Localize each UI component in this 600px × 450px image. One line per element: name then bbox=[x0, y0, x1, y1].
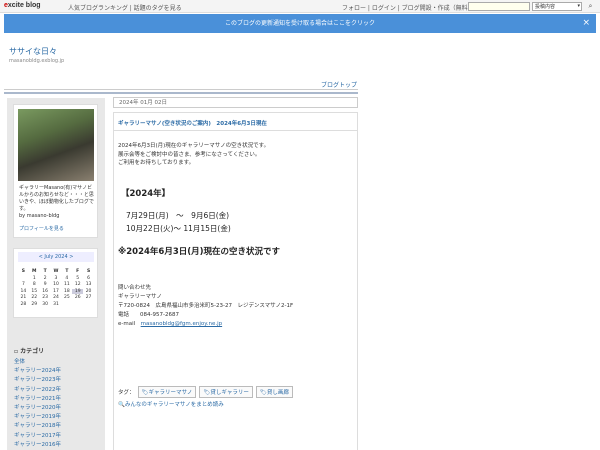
calendar-date[interactable]: 21 bbox=[18, 295, 29, 300]
calendar-date bbox=[72, 302, 83, 307]
calendar-date[interactable]: 6 bbox=[83, 276, 94, 281]
calendar-date[interactable]: 7 bbox=[18, 282, 29, 287]
blog-top-link[interactable]: ブログトップ bbox=[321, 80, 357, 89]
calendar-date[interactable]: 8 bbox=[29, 282, 40, 287]
tag-icon: 🏷 bbox=[259, 390, 267, 396]
tag-all-link[interactable]: 🔍みんなのギャラリーマサノをまとめ読み bbox=[118, 400, 224, 408]
calendar-day-header: W bbox=[53, 269, 59, 274]
top-links[interactable]: 人気ブログランキング | 話題のタグを見る bbox=[68, 3, 182, 12]
calendar-date[interactable]: 23 bbox=[40, 295, 51, 300]
calendar-day-header: S bbox=[86, 269, 91, 274]
calendar-date[interactable]: 27 bbox=[83, 295, 94, 300]
calendar-day-header: F bbox=[76, 269, 80, 274]
calendar-date[interactable]: 18 bbox=[61, 289, 72, 294]
calendar-date[interactable]: 16 bbox=[40, 289, 51, 294]
calendar-date[interactable]: 10 bbox=[51, 282, 62, 287]
category-item[interactable]: ギャラリー2019年 bbox=[14, 413, 61, 422]
tags-row: タグ： 🏷ギャラリーマサノ 🏷貸しギャラリー 🏷貸し画廊 bbox=[118, 386, 293, 398]
post-title[interactable]: ギャラリーマサノ(空き状況のご案内) 2024年6月3日現在 bbox=[118, 119, 267, 127]
calendar-date bbox=[83, 302, 94, 307]
divider bbox=[4, 92, 358, 94]
calendar-date[interactable]: 28 bbox=[18, 302, 29, 307]
post-date: 2024年 01月 02日 bbox=[113, 97, 358, 108]
calendar-date bbox=[18, 276, 29, 281]
calendar-day-header: T bbox=[65, 269, 69, 274]
divider bbox=[4, 89, 358, 90]
tag-button[interactable]: 🏷貸しギャラリー bbox=[199, 386, 253, 398]
calendar-date[interactable]: 29 bbox=[29, 302, 40, 307]
calendar-date[interactable]: 14 bbox=[18, 289, 29, 294]
calendar-day-header: T bbox=[43, 269, 47, 274]
search-icon[interactable]: ⌕ bbox=[585, 2, 596, 11]
category-item[interactable]: ギャラリー2020年 bbox=[14, 404, 61, 413]
category-title: ▫ カテゴリ bbox=[14, 348, 45, 355]
top-right-links[interactable]: フォロー | ログイン | ブログ開設・作成（無料） bbox=[342, 3, 474, 12]
chevron-down-icon: ▾ bbox=[577, 3, 580, 9]
follow-notification-banner[interactable]: このブログの更新通知を受け取る場合はここをクリック × bbox=[4, 14, 596, 33]
calendar: < July 2024 > S M T W T F S 1 2 3 4 5 6 7 8 9 10 11 12 13 14… bbox=[13, 248, 98, 318]
email-link[interactable]: masanobldg@fgm.enjoy.ne.jp bbox=[141, 321, 222, 327]
category-item[interactable]: ギャラリー2024年 bbox=[14, 367, 61, 376]
calendar-date[interactable]: 30 bbox=[40, 302, 51, 307]
calendar-day-header: M bbox=[32, 269, 37, 274]
calendar-date[interactable]: 25 bbox=[61, 295, 72, 300]
calendar-date[interactable]: 15 bbox=[29, 289, 40, 294]
category-item[interactable]: ギャラリー2021年 bbox=[14, 395, 61, 404]
calendar-grid: S M T W T F S 1 2 3 4 5 6 7 8 9 10 11 12 13 14 15 16 17 18 19 20 21… bbox=[18, 269, 94, 307]
calendar-date[interactable]: 1 bbox=[29, 276, 40, 281]
top-bar: excite blog 人気ブログランキング | 話題のタグを見る フォロー |… bbox=[0, 0, 600, 13]
category-list: 全体 ギャラリー2024年 ギャラリー2023年 ギャラリー2022年 ギャラリー202… bbox=[14, 358, 61, 450]
blog-url: masanobldg.exblog.jp bbox=[9, 58, 65, 64]
calendar-date[interactable]: 19 bbox=[72, 288, 84, 294]
profile-image[interactable] bbox=[18, 109, 94, 181]
calendar-date[interactable]: 12 bbox=[72, 282, 83, 287]
calendar-date[interactable]: 31 bbox=[51, 302, 62, 307]
profile-link[interactable]: プロフィールを見る bbox=[19, 225, 64, 232]
tag-button[interactable]: 🏷貸し画廊 bbox=[255, 386, 293, 398]
category-item[interactable]: ギャラリー2022年 bbox=[14, 386, 61, 395]
tag-button[interactable]: 🏷ギャラリーマサノ bbox=[137, 386, 197, 398]
category-item[interactable]: ギャラリー2017年 bbox=[14, 432, 61, 441]
search-input[interactable] bbox=[468, 2, 530, 11]
calendar-date[interactable]: 26 bbox=[72, 295, 83, 300]
excite-logo[interactable]: excite blog bbox=[4, 2, 41, 9]
calendar-day-header: S bbox=[21, 269, 26, 274]
calendar-header[interactable]: < July 2024 > bbox=[18, 252, 94, 262]
post-intro: 2024年6月3日(月)現在のギャラリーマサノの空き状況です。 展示会等をご検討… bbox=[118, 143, 270, 166]
contact-info: 問い合わせ先 ギャラリーマサノ 〒720-0824 広島県福山市多治米町5-23… bbox=[118, 285, 294, 327]
calendar-date[interactable]: 22 bbox=[29, 295, 40, 300]
availability-dates: 7月29日(月) ～ 9月6日(金) 10月22日(火)～ 11月15日(金) bbox=[126, 211, 231, 233]
divider bbox=[113, 130, 358, 131]
calendar-date bbox=[61, 302, 72, 307]
close-icon[interactable]: × bbox=[582, 14, 590, 33]
calendar-date[interactable]: 20 bbox=[83, 289, 94, 294]
tag-icon: 🏷 bbox=[141, 390, 149, 396]
calendar-date[interactable]: 17 bbox=[51, 289, 62, 294]
category-item[interactable]: ギャラリー2018年 bbox=[14, 422, 61, 431]
profile-author: by masano-bldg bbox=[19, 213, 60, 219]
category-item[interactable]: ギャラリー2023年 bbox=[14, 376, 61, 385]
category-item[interactable]: ギャラリー2016年 bbox=[14, 441, 61, 450]
blog-title[interactable]: ササイな日々 bbox=[9, 46, 57, 57]
profile-card: ギャラリーMasano(有)マサノビルからのお知らせなど・・・と思いきや、ほぼ動… bbox=[13, 104, 98, 238]
search-scope-select[interactable]: 投稿内容 ▾ bbox=[532, 2, 582, 11]
calendar-date[interactable]: 4 bbox=[61, 276, 72, 281]
post-heading: 【2024年】 bbox=[121, 189, 171, 199]
status-note: ※2024年6月3日(月)現在の空き状況です bbox=[118, 247, 281, 257]
calendar-date[interactable]: 2 bbox=[40, 276, 51, 281]
calendar-date[interactable]: 13 bbox=[83, 282, 94, 287]
calendar-date[interactable]: 11 bbox=[61, 282, 72, 287]
profile-description: ギャラリーMasano(有)マサノビルからのお知らせなど・・・と思いきや、ほぼ動… bbox=[19, 185, 94, 219]
notification-text[interactable]: このブログの更新通知を受け取る場合はここをクリック bbox=[225, 20, 375, 27]
calendar-date[interactable]: 3 bbox=[51, 276, 62, 281]
category-item[interactable]: 全体 bbox=[14, 358, 61, 367]
calendar-date[interactable]: 24 bbox=[51, 295, 62, 300]
calendar-date[interactable]: 5 bbox=[72, 276, 83, 281]
calendar-date[interactable]: 9 bbox=[40, 282, 51, 287]
